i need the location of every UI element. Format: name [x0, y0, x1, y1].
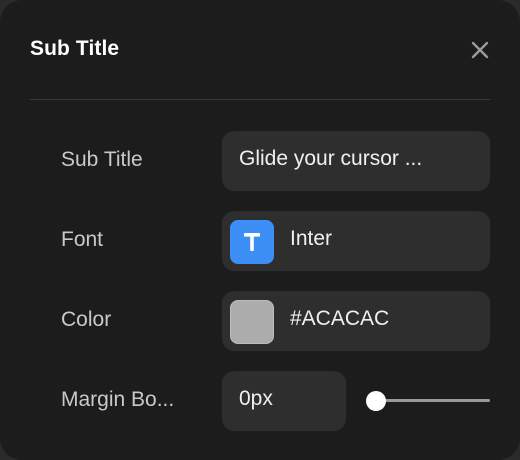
subtitle-label: Sub Title	[61, 148, 143, 171]
subtitle-text-input[interactable]: Glide your cursor ...	[222, 131, 490, 191]
color-swatch[interactable]	[230, 300, 274, 344]
margin-bottom-value: 0px	[239, 387, 273, 410]
margin-bottom-label: Margin Bo...	[61, 388, 175, 411]
font-label: Font	[61, 228, 104, 251]
margin-bottom-input[interactable]: 0px	[222, 371, 346, 431]
panel-title: Sub Title	[30, 37, 120, 60]
color-label: Color	[61, 308, 112, 331]
font-select[interactable]: Inter	[222, 211, 490, 271]
header-divider	[30, 99, 490, 100]
margin-bottom-slider-track[interactable]	[376, 399, 490, 402]
close-icon	[471, 41, 489, 59]
font-select-value: Inter	[290, 227, 333, 250]
subtitle-input-value: Glide your cursor ...	[239, 147, 423, 170]
panel-header: Sub Title	[30, 30, 490, 70]
color-hex-value: #ACACAC	[290, 307, 390, 330]
close-button[interactable]	[470, 40, 490, 60]
color-picker[interactable]: #ACACAC	[222, 291, 490, 351]
margin-bottom-slider-thumb[interactable]	[366, 391, 386, 411]
subtitle-settings-panel: Sub Title Sub Title Glide your cursor ..…	[0, 0, 520, 460]
font-T-icon	[230, 220, 274, 264]
